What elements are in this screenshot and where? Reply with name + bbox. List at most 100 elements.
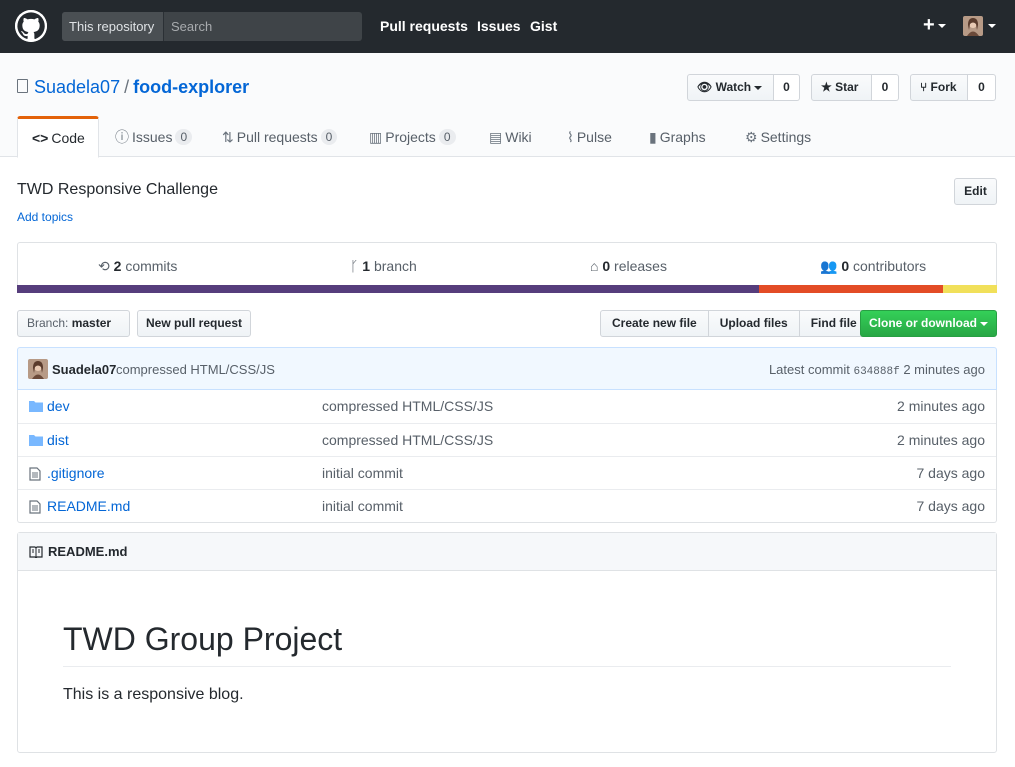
releases-link[interactable]: ⌂ 0 releases [590, 258, 667, 274]
file-name-link[interactable]: .gitignore [47, 465, 105, 481]
contributors-link[interactable]: 👥 0 contributors [820, 258, 926, 275]
chevron-down-icon [937, 23, 946, 28]
clone-download-button[interactable]: Clone or download [860, 310, 997, 337]
github-logo-icon[interactable] [15, 10, 47, 42]
search-scope-label: This repository [62, 12, 164, 41]
add-topics-link[interactable]: Add topics [17, 210, 73, 224]
latest-commit-info: Latest commit 634888f 2 minutes ago [769, 362, 985, 378]
create-new-file-button[interactable]: Create new file [600, 310, 709, 337]
fork-count[interactable]: 0 [968, 74, 996, 101]
plus-icon: + [923, 14, 935, 36]
create-new-menu[interactable]: + [923, 14, 946, 37]
repo-title-separator: / [124, 77, 130, 97]
file-commit-message-link[interactable]: initial commit [322, 498, 403, 514]
tab-label: Code [51, 130, 85, 146]
branch-count: 1 [362, 258, 371, 274]
star-count[interactable]: 0 [872, 74, 899, 101]
file-icon [29, 500, 41, 514]
repo-name-link[interactable]: food-explorer [133, 77, 249, 97]
tab-code[interactable]: <> Code [17, 116, 99, 158]
nav-gist[interactable]: Gist [530, 18, 557, 34]
file-commit-message-link[interactable]: compressed HTML/CSS/JS [322, 398, 493, 414]
file-name-link[interactable]: dist [47, 432, 69, 448]
tab-label: Issues [132, 129, 173, 145]
tab-settings[interactable]: ⚙ Settings [745, 116, 811, 157]
branch-name: master [71, 316, 112, 330]
star-icon: ★ [821, 80, 832, 94]
file-age: 2 minutes ago [897, 432, 985, 448]
readme-panel: README.md TWD Group Project This is a re… [17, 532, 997, 753]
commit-message-link[interactable]: compressed HTML/CSS/JS [116, 362, 275, 377]
table-row: .gitignore initial commit 7 days ago [18, 456, 996, 489]
star-button[interactable]: ★ Star [811, 74, 872, 101]
find-file-button[interactable]: Find file [798, 310, 869, 337]
commit-author-link[interactable]: Suadela07 [52, 362, 116, 377]
author-avatar[interactable] [28, 359, 48, 379]
wiki-icon: ▤ [489, 129, 503, 145]
file-name-link[interactable]: dev [47, 398, 70, 414]
upload-files-button[interactable]: Upload files [707, 310, 800, 337]
clone-label: Clone or download [869, 316, 977, 330]
nav-pull-requests[interactable]: Pull requests [380, 18, 468, 34]
chevron-down-icon [980, 321, 988, 326]
commit-sha-link[interactable]: 634888f [853, 366, 899, 378]
commits-link[interactable]: ⟲ 2 commits [98, 258, 177, 275]
contributors-count: 0 [841, 258, 850, 274]
tab-label: Pulse [576, 129, 612, 145]
language-bar[interactable] [17, 285, 997, 293]
repo-title: Suadela07/food-explorer [34, 77, 249, 98]
readme-heading: TWD Group Project [63, 621, 343, 657]
fork-button[interactable]: ⑂ Fork [910, 74, 968, 101]
tab-label: Pull requests [236, 129, 318, 145]
file-actions-group: Create new file Upload files Find file [600, 310, 869, 337]
branch-link[interactable]: ᚴ 1 branch [350, 258, 417, 274]
table-row: dev compressed HTML/CSS/JS 2 minutes ago [18, 390, 996, 423]
releases-count: 0 [602, 258, 611, 274]
tab-wiki[interactable]: ▤ Wiki [489, 116, 532, 157]
pull-request-icon: ⇅ [222, 129, 234, 145]
file-table: dev compressed HTML/CSS/JS 2 minutes ago… [17, 390, 997, 523]
tab-pull-requests[interactable]: ⇅ Pull requests 0 [222, 116, 338, 157]
file-commit-message-link[interactable]: initial commit [322, 465, 403, 481]
tag-icon: ⌂ [590, 258, 599, 274]
branch-select-button[interactable]: Branch: master [17, 310, 130, 351]
graph-icon: ▮ [649, 129, 657, 145]
readme-divider [63, 666, 951, 667]
tab-graphs[interactable]: ▮ Graphs [649, 116, 706, 157]
file-commit-message-link[interactable]: compressed HTML/CSS/JS [322, 432, 493, 448]
people-icon: 👥 [820, 258, 838, 274]
nav-issues[interactable]: Issues [477, 18, 521, 34]
user-avatar[interactable] [963, 16, 983, 36]
tab-pulse[interactable]: ⌇ Pulse [567, 116, 612, 157]
pulse-icon: ⌇ [567, 129, 574, 145]
folder-icon [29, 435, 43, 446]
commits-label: commits [125, 258, 178, 274]
search-input[interactable] [165, 12, 362, 41]
file-name-link[interactable]: README.md [47, 498, 130, 514]
commits-count: 2 [113, 258, 122, 274]
language-bar-segment[interactable] [943, 285, 997, 293]
tab-label: Settings [760, 129, 812, 145]
user-menu-caret-icon[interactable] [988, 24, 996, 28]
watch-count[interactable]: 0 [774, 74, 800, 101]
file-age: 7 days ago [916, 465, 986, 481]
history-icon: ⟲ [98, 258, 110, 274]
tab-projects[interactable]: ▥ Projects 0 [369, 116, 456, 157]
readme-body: This is a responsive blog. [63, 686, 244, 703]
table-row: README.md initial commit 7 days ago [18, 489, 996, 522]
new-pull-request-button[interactable]: New pull request [137, 310, 251, 337]
tab-issues[interactable]: ⓘ Issues 0 [115, 116, 193, 157]
fork-icon: ⑂ [920, 80, 928, 94]
language-bar-segment[interactable] [17, 285, 759, 293]
file-icon [29, 467, 41, 481]
contributors-label: contributors [853, 258, 927, 274]
watch-button[interactable]: 👁 Watch [687, 74, 774, 101]
gear-icon: ⚙ [745, 129, 758, 145]
language-bar-segment[interactable] [758, 285, 944, 293]
file-age: 7 days ago [916, 498, 986, 514]
edit-description-button[interactable]: Edit [954, 178, 997, 205]
repo-owner-link[interactable]: Suadela07 [34, 77, 120, 97]
tab-label: Wiki [505, 129, 532, 145]
eye-icon: 👁 [697, 80, 713, 94]
commit-tease: Suadela07 compressed HTML/CSS/JS Latest … [17, 347, 997, 390]
